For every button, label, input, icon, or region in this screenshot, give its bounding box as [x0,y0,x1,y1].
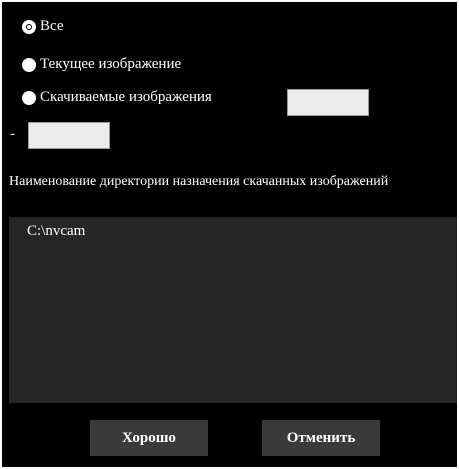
ok-button[interactable]: Хорошо [90,420,208,456]
radio-option-current-image[interactable]: Текущее изображение [22,56,181,73]
directory-path-value: C:\nvcam [27,223,86,239]
range-to-input[interactable] [28,122,110,149]
download-dialog: Все Текущее изображение Скачиваемые изоб… [2,2,457,467]
radio-unchecked-icon[interactable] [22,90,36,105]
directory-path-field[interactable]: C:\nvcam [9,217,457,403]
range-dash: - [10,126,15,142]
radio-checked-icon[interactable] [22,19,36,34]
radio-label-current-image: Текущее изображение [40,56,182,72]
radio-label-downloaded-images: Скачиваемые изображения [40,89,212,105]
radio-option-downloaded-images[interactable]: Скачиваемые изображения [22,89,212,106]
directory-label: Наименование директории назначения скача… [9,174,389,189]
radio-unchecked-icon[interactable] [22,57,36,72]
radio-option-all[interactable]: Все [22,18,64,35]
range-from-input[interactable] [287,89,369,116]
radio-label-all: Все [40,18,64,34]
cancel-button[interactable]: Отменить [262,420,380,456]
